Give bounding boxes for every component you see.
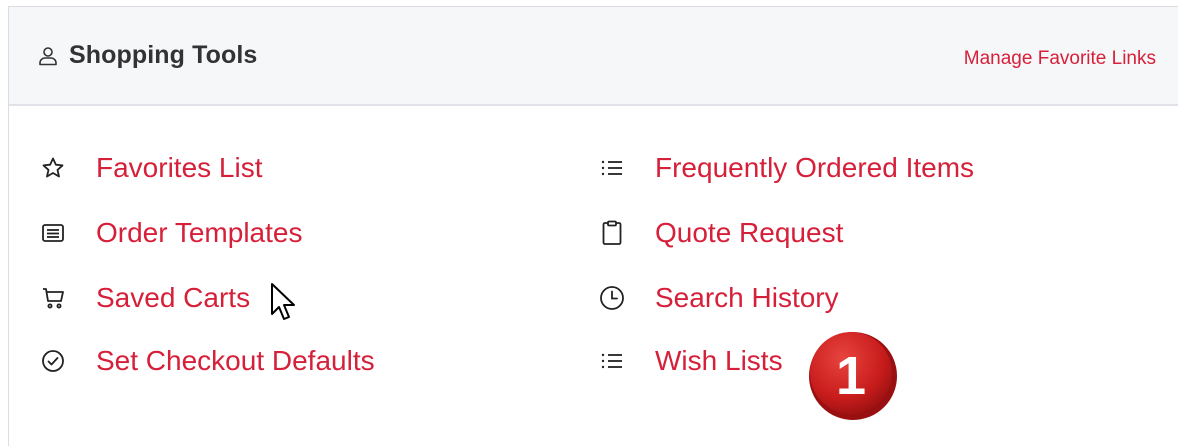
quote-request-link[interactable]: Quote Request <box>599 217 843 249</box>
wish-lists-link[interactable]: Wish Lists <box>599 345 783 377</box>
link-label: Set Checkout Defaults <box>96 345 375 376</box>
mouse-cursor-icon <box>270 282 298 331</box>
order-templates-link[interactable]: Order Templates <box>40 217 302 249</box>
frequently-ordered-items-link[interactable]: Frequently Ordered Items <box>599 152 974 184</box>
header-title-group: Shopping Tools <box>38 41 257 70</box>
search-history-link[interactable]: Search History <box>599 282 839 314</box>
badge-number: 1 <box>836 346 866 406</box>
link-label: Order Templates <box>96 217 303 248</box>
clipboard-icon <box>599 220 625 246</box>
saved-carts-link[interactable]: Saved Carts <box>40 282 250 314</box>
user-icon <box>38 46 58 66</box>
shopping-tools-panel: Shopping Tools Manage Favorite Links Fav… <box>8 6 1178 446</box>
link-label: Favorites List <box>96 152 263 183</box>
set-checkout-defaults-link[interactable]: Set Checkout Defaults <box>40 345 375 377</box>
link-label: Saved Carts <box>96 282 251 313</box>
link-label: Frequently Ordered Items <box>655 152 975 183</box>
panel-header: Shopping Tools Manage Favorite Links <box>9 7 1178 106</box>
manage-favorite-links-link[interactable]: Manage Favorite Links <box>964 48 1156 70</box>
link-label: Quote Request <box>655 217 844 248</box>
panel-title: Shopping Tools <box>69 41 258 69</box>
check-circle-icon <box>40 348 66 374</box>
list-icon <box>599 348 625 374</box>
link-label: Search History <box>655 282 839 313</box>
step-number-badge: 1 <box>807 330 903 426</box>
star-icon <box>40 155 66 181</box>
list-icon <box>599 155 625 181</box>
cart-icon <box>40 285 66 311</box>
favorites-list-link[interactable]: Favorites List <box>40 152 263 184</box>
clock-icon <box>599 285 625 311</box>
link-label: Wish Lists <box>655 345 783 376</box>
list-box-icon <box>40 220 66 246</box>
